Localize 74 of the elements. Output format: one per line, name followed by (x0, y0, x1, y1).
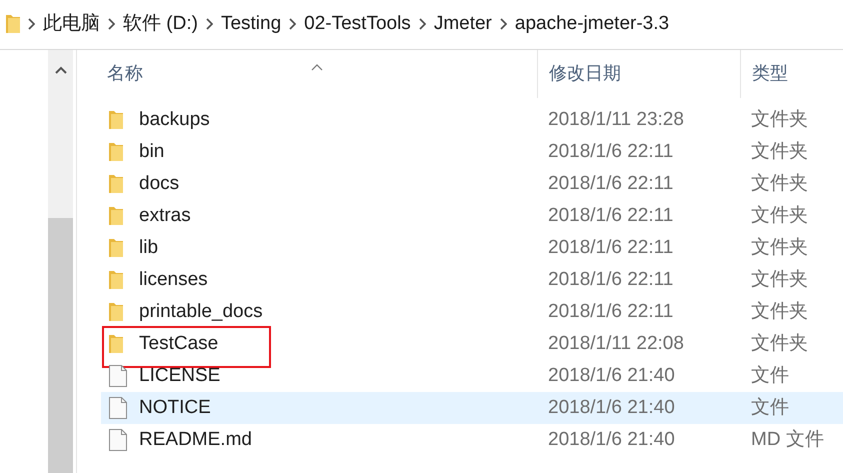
folder-icon (109, 238, 123, 258)
file-name: extras (139, 204, 191, 228)
type-cell-text: 文件夹 (750, 204, 809, 228)
file-row[interactable]: README.md 2018/1/6 21:40 MD 文件 (101, 424, 843, 456)
folder-icon (109, 174, 123, 194)
breadcrumb-item[interactable]: apache-jmeter-3.3 (514, 10, 670, 39)
file-icon (109, 429, 127, 451)
file-row[interactable]: NOTICE 2018/1/6 21:40 文件 (101, 392, 843, 424)
folder-icon (109, 334, 123, 354)
file-row[interactable]: lib 2018/1/6 22:11 文件夹 (101, 232, 843, 264)
folder-icon (109, 270, 123, 290)
date-cell-text: 2018/1/6 22:11 (547, 300, 674, 324)
breadcrumb-item[interactable]: 此电脑 (43, 10, 100, 39)
type-cell-text: 文件 (750, 396, 790, 420)
file-row[interactable]: docs 2018/1/6 22:11 文件夹 (101, 168, 843, 200)
file-name: README.md (139, 428, 252, 452)
breadcrumb-item[interactable]: 02-TestTools (304, 10, 411, 39)
column-header[interactable]: 类型 (740, 50, 843, 98)
file-row[interactable]: backups 2018/1/11 23:28 文件夹 (101, 104, 843, 136)
date-cell-text: 2018/1/6 21:40 (547, 364, 676, 388)
scrollbar-thumb[interactable] (48, 218, 73, 473)
file-icon (109, 365, 127, 387)
folder-icon (109, 206, 123, 226)
file-name: backups (139, 108, 210, 132)
type-cell-text: 文件夹 (750, 236, 809, 260)
file-name: docs (139, 172, 180, 196)
chevron-icon[interactable] (206, 18, 213, 30)
type-cell-text: 文件夹 (750, 332, 809, 356)
type-cell-text: 文件夹 (750, 108, 809, 132)
file-name: licenses (139, 268, 208, 292)
type-cell-text: 文件夹 (750, 172, 809, 196)
breadcrumb-item[interactable]: Jmeter (434, 10, 492, 39)
date-cell-text: 2018/1/6 21:40 (547, 396, 676, 420)
chevron-icon[interactable] (108, 18, 115, 30)
location-folder-icon (6, 14, 20, 34)
chevron-icon[interactable] (500, 18, 507, 30)
folder-icon (109, 142, 123, 162)
file-row[interactable]: licenses 2018/1/6 22:11 文件夹 (101, 264, 843, 296)
type-cell-text: 文件夹 (750, 140, 809, 164)
date-cell-text: 2018/1/11 23:28 (547, 108, 685, 132)
date-cell-text: 2018/1/6 22:11 (547, 204, 674, 228)
column-header[interactable]: 修改日期 (537, 50, 740, 98)
sort-caret-icon (311, 64, 323, 72)
type-cell-text: 文件夹 (750, 300, 809, 324)
chevron-icon[interactable] (418, 18, 426, 30)
file-row[interactable]: bin 2018/1/6 22:11 文件夹 (101, 136, 843, 168)
file-name: printable_docs (139, 300, 263, 324)
scroll-up-icon[interactable] (54, 66, 66, 74)
folder-icon (109, 302, 123, 322)
file-name: TestCase (139, 332, 218, 356)
breadcrumb-item[interactable]: Testing (220, 10, 282, 39)
type-cell-text: 文件 (750, 364, 790, 388)
date-cell-text: 2018/1/6 22:11 (547, 140, 674, 164)
file-name: NOTICE (139, 396, 211, 420)
file-row[interactable]: TestCase 2018/1/11 22:08 文件夹 (101, 328, 843, 360)
date-cell-text: 2018/1/6 21:40 (547, 428, 676, 452)
folder-icon (109, 110, 123, 130)
file-name: bin (139, 140, 164, 164)
date-cell-text: 2018/1/6 22:11 (547, 172, 674, 196)
file-name: lib (139, 236, 158, 260)
file-name: LICENSE (139, 364, 220, 388)
column-header[interactable]: 名称 (77, 50, 537, 98)
file-icon (109, 397, 127, 419)
chevron-icon[interactable] (289, 18, 296, 30)
date-cell-text: 2018/1/11 22:08 (547, 332, 685, 356)
file-row[interactable]: printable_docs 2018/1/6 22:11 文件夹 (101, 296, 843, 328)
date-cell-text: 2018/1/6 22:11 (547, 268, 674, 292)
file-row[interactable]: LICENSE 2018/1/6 21:40 文件 (101, 360, 843, 392)
type-cell-text: 文件夹 (750, 268, 809, 292)
breadcrumb-item[interactable]: 软件 (D:) (123, 10, 198, 39)
file-row[interactable]: extras 2018/1/6 22:11 文件夹 (101, 200, 843, 232)
chevron-icon[interactable] (28, 18, 35, 30)
date-cell-text: 2018/1/6 22:11 (547, 236, 674, 260)
type-cell-text: MD 文件 (750, 428, 825, 452)
